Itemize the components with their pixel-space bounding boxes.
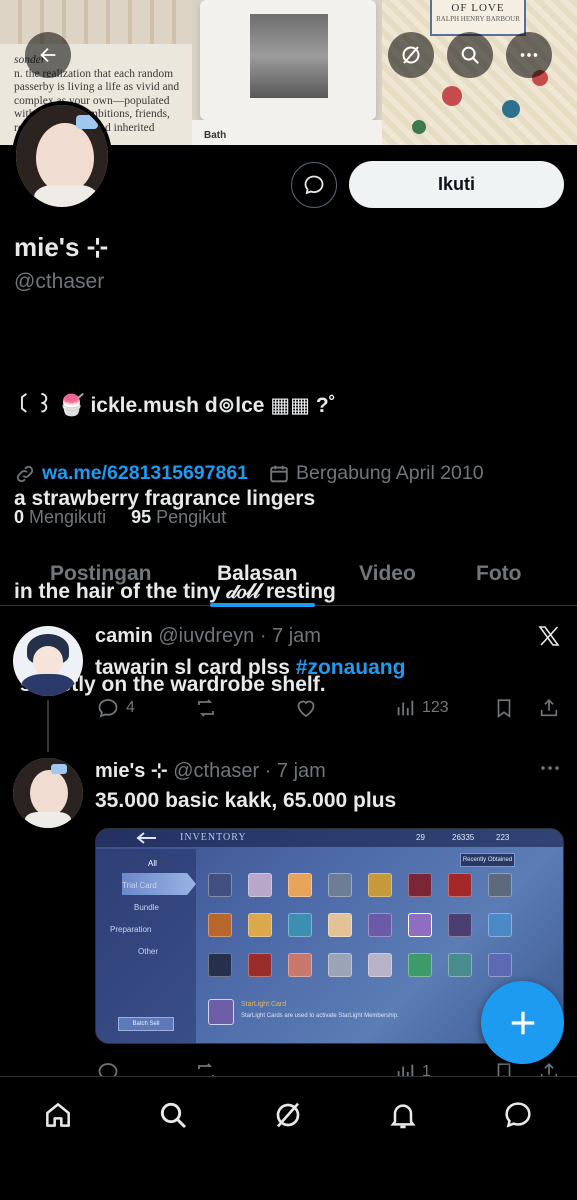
nav-search[interactable] [153,1095,193,1135]
author-name[interactable]: camin [95,625,153,647]
nav-home[interactable] [38,1095,78,1135]
banner-card-caption: Bath [192,120,382,145]
joined-date: Bergabung April 2010 [296,462,484,484]
banner-panel-photo [200,0,376,120]
notifications-icon [390,1104,416,1129]
link-icon [16,465,34,482]
display-name: mie's ⊹ [14,232,109,262]
messages-icon [505,1102,531,1128]
home-icon [46,1103,70,1127]
bottom-nav [0,1076,577,1200]
heart-icon [297,700,315,718]
nav-messages[interactable] [498,1095,538,1135]
tab-photos[interactable]: Foto [476,562,521,586]
tab-replies[interactable]: Balasan [217,562,298,586]
following-link[interactable]: 0 Mengikuti [14,507,106,527]
calendar-icon [270,465,288,482]
slash-circle-icon [402,46,420,64]
arrow-left-icon [40,47,56,63]
tab-posts[interactable]: Postingan [50,562,152,586]
hashtag-link[interactable]: #zonauang [296,656,406,679]
post-time: · 7 jam [259,625,321,647]
nav-notifications[interactable] [383,1095,423,1135]
chat-bubble-icon [304,175,324,195]
profile-avatar[interactable] [12,101,112,211]
nav-grok[interactable] [268,1095,308,1135]
profile-link[interactable]: wa.me/6281315697861 [42,462,248,485]
more-icon[interactable] [538,760,562,776]
author-handle[interactable]: @iuvdreyn [158,625,254,647]
search-button[interactable] [447,32,493,78]
post-time: · 7 jam [264,760,326,782]
author-handle[interactable]: @cthaser [173,760,259,782]
avatar[interactable] [13,758,83,828]
back-arrow-icon [136,832,156,844]
follow-button[interactable]: Ikuti [349,161,564,208]
reply-button[interactable]: 4 [96,696,135,720]
views-button[interactable]: 123 [394,696,449,720]
post-text: 35.000 basic kakk, 65.000 plus [95,789,397,812]
compose-button[interactable] [481,981,564,1064]
profile-tabs: Postingan Balasan Video Foto [0,548,577,607]
back-button[interactable] [25,32,71,78]
avatar[interactable] [13,626,83,696]
grok-button[interactable] [388,32,434,78]
x-logo-icon [538,626,560,646]
grok-icon [276,1102,300,1128]
banner-sketch [0,0,192,44]
bookmark-icon[interactable] [493,696,515,720]
retweet-button[interactable] [193,696,225,720]
tab-video[interactable]: Video [359,562,416,586]
share-icon[interactable] [538,696,560,720]
follow-stats: 0 Mengikuti 95 Pengikut [14,507,226,528]
banner-book-cover: OF LOVE RALPH HENRY BARBOUR [430,0,526,36]
thread-line [47,700,49,752]
bar-chart-icon [397,700,414,716]
post-text: tawarin sl card plss #zonauang [95,656,406,679]
banner-photo [250,14,328,98]
bio-line: 〔 ꒱ 🍧 ickle.mush d⊚lce ▦▦ ?˚ [14,394,336,417]
followers-link[interactable]: 95 Pengikut [131,507,226,527]
more-icon [520,53,538,57]
message-button[interactable] [291,162,337,208]
author-name[interactable]: mie's ⊹ [95,760,168,782]
like-button[interactable] [294,696,324,720]
reply-icon [98,699,118,718]
search-icon [160,1102,187,1129]
active-tab-indicator [210,603,315,607]
search-icon [461,46,479,64]
plus-icon [511,1011,534,1034]
post-header: camin @iuvdreyn · 7 jam [95,625,321,648]
more-button[interactable] [506,32,552,78]
post-header: mie's ⊹ @cthaser · 7 jam [95,758,326,783]
retweet-icon [198,699,214,717]
profile-meta: wa.me/6281315697861 Bergabung April 2010 [14,462,484,485]
user-handle: @cthaser [14,270,105,293]
